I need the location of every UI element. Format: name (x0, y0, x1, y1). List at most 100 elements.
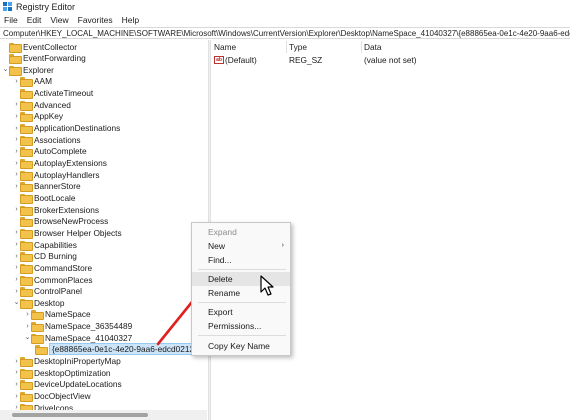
tree-item[interactable]: › CommonPlaces (0, 274, 207, 286)
tree-item-label: CD Burning (34, 251, 77, 262)
tree-item[interactable]: › ApplicationDestinations (0, 123, 207, 135)
tree-item[interactable]: › AppKey (0, 111, 207, 123)
chevron-right-icon[interactable]: › (13, 274, 20, 285)
tree-item[interactable]: › ControlPanel (0, 286, 207, 298)
tree-item[interactable]: › DocObjectView (0, 391, 207, 402)
tree-item[interactable]: › BrokerExtensions (0, 204, 207, 216)
tree-item[interactable]: BootLocale (0, 192, 207, 204)
value-row[interactable]: ab (Default) REG_SZ (value not set) (211, 54, 570, 66)
menu-edit[interactable]: Edit (27, 15, 42, 25)
tree-item[interactable]: {e88865ea-0e1c-4e20-9aa6-edcd0212c87c} (0, 343, 207, 356)
menu-favorites[interactable]: Favorites (78, 15, 113, 25)
tree-item-label: CommandStore (34, 262, 93, 273)
folder-icon (31, 322, 44, 333)
tree-item[interactable]: › DeviceUpdateLocations (0, 379, 207, 391)
chevron-right-icon[interactable]: › (13, 367, 20, 378)
chevron-right-icon[interactable]: › (13, 158, 20, 169)
chevron-right-icon[interactable]: › (13, 402, 20, 410)
tree-item-label: EventForwarding (23, 53, 86, 64)
menu-bar: File Edit View Favorites Help (0, 13, 570, 27)
context-menu-export[interactable]: Export (192, 305, 290, 319)
tree-item-label: NameSpace_41040327 (45, 332, 133, 343)
chevron-right-icon[interactable]: › (13, 251, 20, 262)
tree-item[interactable]: › Browser Helper Objects (0, 227, 207, 239)
tree-item[interactable]: EventForwarding (0, 53, 207, 65)
chevron-right-icon[interactable]: › (24, 321, 31, 332)
menu-help[interactable]: Help (122, 15, 139, 25)
chevron-right-icon[interactable]: › (13, 99, 20, 110)
chevron-right-icon[interactable]: › (13, 111, 20, 122)
context-menu-find[interactable]: Find... (192, 253, 290, 267)
tree-item[interactable]: › NameSpace_36354489 (0, 321, 207, 333)
tree-item[interactable]: › Capabilities (0, 239, 207, 251)
tree-item[interactable]: › AutoplayExtensions (0, 158, 207, 169)
tree-item[interactable]: › Associations (0, 134, 207, 146)
chevron-right-icon[interactable]: › (13, 134, 20, 145)
tree-item-label: NameSpace_36354489 (45, 321, 133, 332)
chevron-right-icon[interactable]: › (13, 379, 20, 390)
context-menu-new[interactable]: New › (192, 239, 290, 253)
tree-item[interactable]: › Advanced (0, 99, 207, 111)
chevron-right-icon[interactable]: › (13, 204, 20, 215)
tree-item-label: Associations (34, 134, 81, 145)
context-menu-permissions[interactable]: Permissions... (192, 319, 290, 333)
folder-icon (20, 357, 33, 368)
chevron-down-icon[interactable]: ⌄ (13, 297, 20, 308)
tree-item-label: Desktop (34, 297, 65, 308)
column-header-name[interactable]: Name (214, 41, 287, 53)
chevron-down-icon[interactable]: ⌄ (2, 64, 9, 75)
chevron-right-icon[interactable]: › (13, 286, 20, 297)
chevron-right-icon[interactable]: › (13, 391, 20, 402)
context-menu-new-label: New (208, 241, 226, 251)
context-menu-copy-key-name[interactable]: Copy Key Name (192, 339, 290, 353)
menu-file[interactable]: File (4, 15, 18, 25)
folder-icon (20, 147, 33, 158)
tree-horizontal-scrollbar[interactable] (0, 410, 207, 420)
tree-item[interactable]: ⌄ NameSpace_41040327 (0, 332, 207, 344)
folder-icon (20, 228, 33, 239)
column-header-type[interactable]: Type (289, 41, 362, 53)
tree-item[interactable]: › DesktopIniPropertyMap (0, 356, 207, 368)
tree-item[interactable]: ActivateTimeout (0, 88, 207, 100)
tree-item[interactable]: › BannerStore (0, 181, 207, 193)
folder-icon (20, 89, 33, 100)
context-menu-expand[interactable]: Expand (192, 225, 290, 239)
chevron-right-icon[interactable]: › (13, 181, 20, 192)
tree-item[interactable]: EventCollector (0, 41, 207, 53)
chevron-right-icon[interactable]: › (13, 262, 20, 273)
chevron-right-icon[interactable]: › (13, 356, 20, 367)
folder-icon (9, 42, 22, 53)
chevron-right-icon[interactable]: › (13, 123, 20, 134)
address-bar[interactable]: Computer\HKEY_LOCAL_MACHINE\SOFTWARE\Mic… (0, 27, 570, 39)
tree-item[interactable]: › DriveIcons (0, 402, 207, 410)
tree-item-label: BrokerExtensions (34, 204, 100, 215)
tree-item[interactable]: BrowseNewProcess (0, 216, 207, 228)
tree-item[interactable]: › DesktopOptimization (0, 367, 207, 379)
tree-item[interactable]: ⌄ Explorer (0, 64, 207, 76)
chevron-right-icon[interactable]: › (13, 239, 20, 250)
tree-item[interactable]: › CommandStore (0, 262, 207, 274)
column-header-data[interactable]: Data (364, 41, 514, 53)
menu-view[interactable]: View (50, 15, 68, 25)
key-tree[interactable]: EventCollector EventForwarding ⌄ Explorer › A… (0, 40, 207, 410)
tree-item[interactable]: › AutoComplete (0, 146, 207, 158)
tree-item[interactable]: › NameSpace (0, 309, 207, 321)
folder-icon (20, 240, 33, 251)
tree-item-label: BootLocale (34, 192, 76, 203)
chevron-right-icon[interactable]: › (13, 227, 20, 238)
tree-item-label: Advanced (34, 99, 71, 110)
tree-item[interactable]: › CD Burning (0, 251, 207, 263)
folder-icon (20, 205, 33, 216)
scrollbar-thumb[interactable] (12, 413, 148, 417)
folder-icon (9, 54, 22, 65)
chevron-right-icon[interactable]: › (13, 76, 20, 87)
tree-item[interactable]: › AAM (0, 76, 207, 88)
chevron-down-icon[interactable]: ⌄ (24, 332, 31, 343)
chevron-right-icon[interactable]: › (13, 146, 20, 157)
tree-item[interactable]: ⌄ Desktop (0, 297, 207, 309)
folder-icon (20, 182, 33, 193)
chevron-right-icon[interactable]: › (24, 309, 31, 320)
tree-item[interactable]: › AutoplayHandlers (0, 169, 207, 181)
chevron-right-icon[interactable]: › (13, 169, 20, 180)
folder-icon (20, 170, 33, 181)
